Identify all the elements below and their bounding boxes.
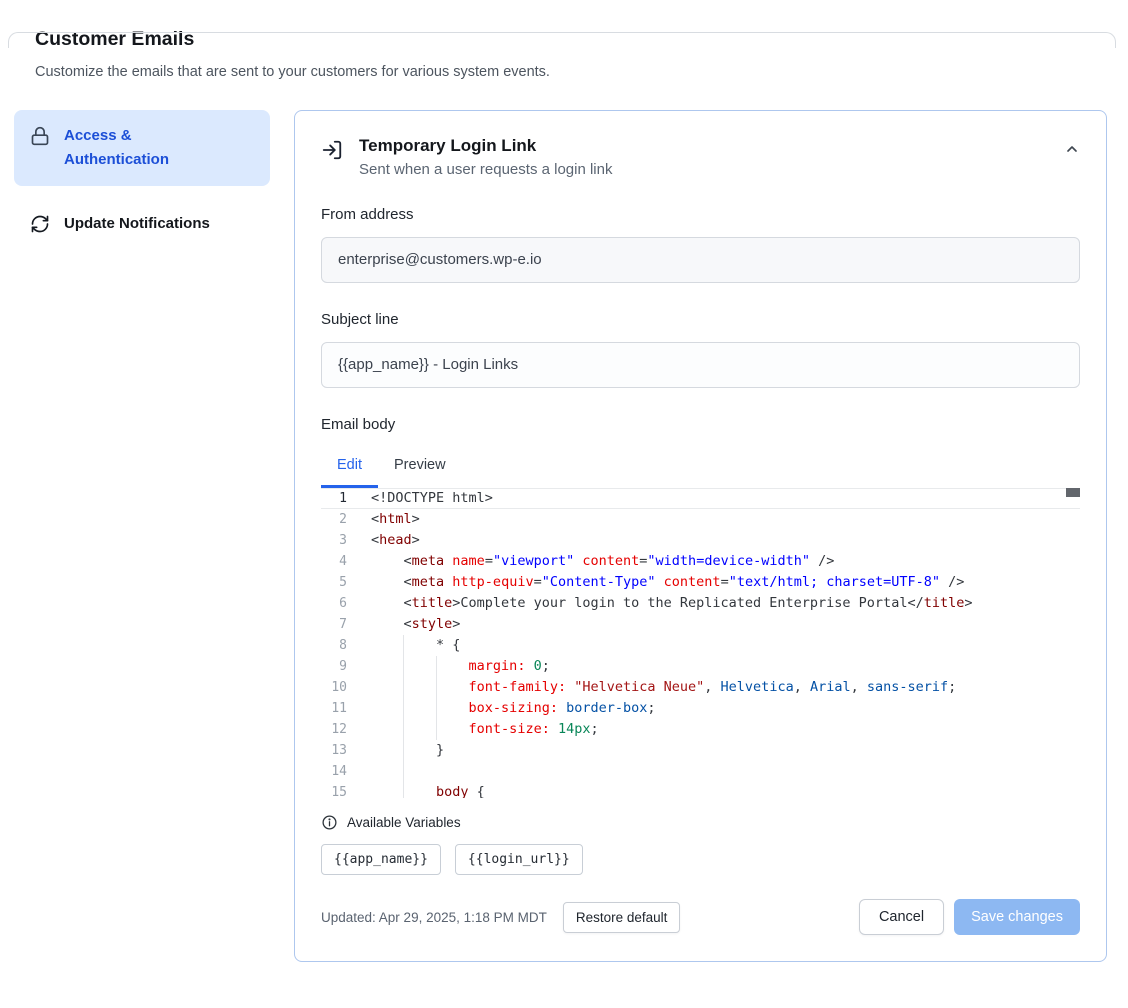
restore-default-button[interactable]: Restore default [563,902,681,933]
line-number: 1 [321,488,347,509]
subject-line-label: Subject line [321,311,1080,328]
code-text: font-size: 14px; [371,719,599,740]
line-number: 11 [321,698,347,719]
subject-line-input[interactable] [321,342,1080,388]
panel-subtitle: Sent when a user requests a login link [359,161,612,178]
tab-preview[interactable]: Preview [378,447,462,488]
available-variables-row: Available Variables [321,814,1080,831]
line-number: 4 [321,551,347,572]
indent-guide [403,635,404,798]
code-line[interactable]: 11 box-sizing: border-box; [321,698,1080,719]
line-number: 3 [321,530,347,551]
code-text: <style> [371,614,460,635]
code-line[interactable]: 10 font-family: "Helvetica Neue", Helvet… [321,677,1080,698]
temporary-login-link-panel: Temporary Login Link Sent when a user re… [294,110,1107,962]
code-text: box-sizing: border-box; [371,698,656,719]
container-top-border [8,32,1116,48]
line-number: 14 [321,761,347,782]
panel-footer: Updated: Apr 29, 2025, 1:18 PM MDT Resto… [321,875,1080,935]
sidebar-item-update-notifications[interactable]: Update Notifications [14,198,270,250]
code-line[interactable]: 7 <style> [321,614,1080,635]
code-line[interactable]: 14 [321,761,1080,782]
from-address-input[interactable] [321,237,1080,283]
code-text: <meta name="viewport" content="width=dev… [371,551,834,572]
code-text: <meta http-equiv="Content-Type" content=… [371,572,964,593]
code-lines: 1<!DOCTYPE html>2<html>3<head>4 <meta na… [321,488,1080,798]
updated-timestamp: Updated: Apr 29, 2025, 1:18 PM MDT [321,910,547,925]
variable-chips: {{app_name}} {{login_url}} [321,844,1080,875]
code-line[interactable]: 8 * { [321,635,1080,656]
available-variables-label: Available Variables [347,815,461,830]
code-editor[interactable]: 1<!DOCTYPE html>2<html>3<head>4 <meta na… [321,488,1080,798]
tab-edit[interactable]: Edit [321,447,378,488]
panel-title: Temporary Login Link [359,135,612,157]
code-text: <title>Complete your login to the Replic… [371,593,973,614]
code-line[interactable]: 4 <meta name="viewport" content="width=d… [321,551,1080,572]
lock-icon [30,126,50,146]
email-types-sidebar: Access & Authentication Update Notificat… [14,110,270,250]
sidebar-item-label: Update Notifications [64,212,210,236]
code-line[interactable]: 13 } [321,740,1080,761]
variable-chip-app-name[interactable]: {{app_name}} [321,844,441,875]
panel-header-text: Temporary Login Link Sent when a user re… [359,135,612,178]
code-text: <!DOCTYPE html> [371,488,493,509]
email-body-label: Email body [321,416,1080,433]
code-text: <head> [371,530,420,551]
code-text: body { [371,782,485,798]
line-number: 13 [321,740,347,761]
line-number: 15 [321,782,347,798]
code-line[interactable]: 3 <head> [321,530,1080,551]
indent-guide [436,656,437,740]
code-line[interactable]: 5 <meta http-equiv="Content-Type" conten… [321,572,1080,593]
line-number: 5 [321,572,347,593]
save-changes-button[interactable]: Save changes [954,899,1080,935]
chevron-up-icon[interactable] [1064,141,1080,157]
log-in-icon [321,139,343,161]
code-text: font-family: "Helvetica Neue", Helvetica… [371,677,956,698]
cancel-button[interactable]: Cancel [859,899,944,935]
code-line[interactable]: 6 <title>Complete your login to the Repl… [321,593,1080,614]
sidebar-item-label: Access & Authentication [64,124,194,172]
line-number: 8 [321,635,347,656]
code-text: margin: 0; [371,656,550,677]
code-line[interactable]: 12 font-size: 14px; [321,719,1080,740]
line-number: 10 [321,677,347,698]
info-icon [321,814,338,831]
code-line[interactable]: 15 body { [321,782,1080,798]
from-address-label: From address [321,206,1080,223]
code-text: * { [371,635,460,656]
code-line[interactable]: 9 margin: 0; [321,656,1080,677]
refresh-icon [30,214,50,234]
panel-header: Temporary Login Link Sent when a user re… [321,135,1080,178]
code-text: <html> [371,509,420,530]
email-body-tabs: Edit Preview [321,447,1080,488]
code-text: } [371,740,444,761]
code-line[interactable]: 1 <!DOCTYPE html> [321,488,1080,509]
line-number: 12 [321,719,347,740]
code-line[interactable]: 2 <html> [321,509,1080,530]
line-number: 2 [321,509,347,530]
page-subtitle: Customize the emails that are sent to yo… [35,64,1107,80]
main-layout: Access & Authentication Update Notificat… [14,110,1107,962]
editor-scrollbar-thumb[interactable] [1066,488,1080,497]
line-number: 7 [321,614,347,635]
sidebar-item-access-authentication[interactable]: Access & Authentication [14,110,270,186]
line-number: 6 [321,593,347,614]
variable-chip-login-url[interactable]: {{login_url}} [455,844,583,875]
line-number: 9 [321,656,347,677]
